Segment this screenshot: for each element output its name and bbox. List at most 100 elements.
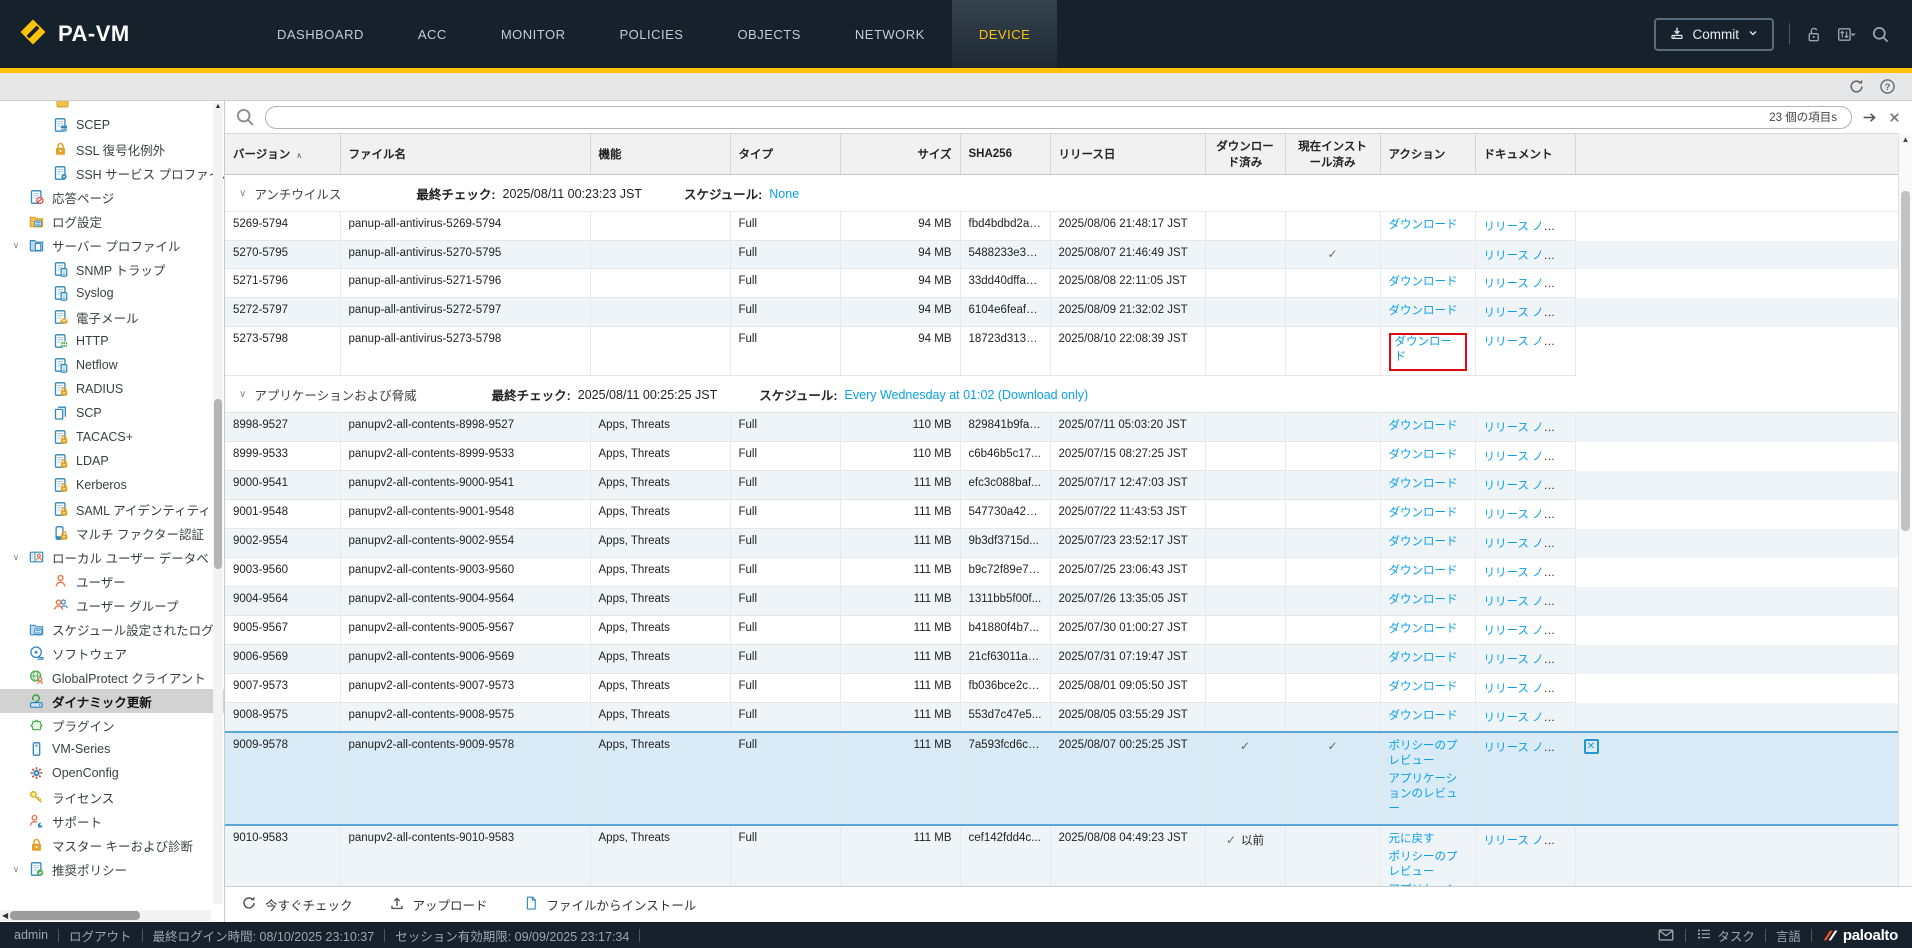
global-search-icon[interactable] — [1871, 25, 1890, 44]
sidebar-item[interactable]: ソフトウェア — [0, 641, 224, 665]
sidebar-item[interactable]: ダイナミック更新 — [0, 689, 224, 713]
tasks-button[interactable]: タスク — [1696, 926, 1755, 945]
tab-acc[interactable]: ACC — [391, 0, 474, 68]
clear-filter-icon[interactable] — [1887, 110, 1902, 125]
unlock-icon[interactable] — [1805, 26, 1822, 43]
download-link[interactable]: ダウンロード — [1389, 564, 1458, 579]
column-header[interactable]: ドキュメント — [1475, 134, 1575, 175]
section-collapse-icon[interactable]: ∨ — [239, 188, 246, 199]
tab-dashboard[interactable]: DASHBOARD — [250, 0, 391, 68]
table-row[interactable]: 8999-9533panupv2-all-contents-8999-9533A… — [225, 442, 1898, 471]
action-link[interactable]: ポリシーのプレビュー — [1389, 739, 1467, 769]
chevron-down-icon[interactable]: ∨ — [9, 240, 23, 251]
scroll-up-icon[interactable]: ▲ — [1899, 135, 1912, 144]
sidebar-item[interactable]: スケジュール設定されたログ — [0, 617, 224, 641]
release-notes-link[interactable]: リリース ノート — [1484, 307, 1567, 319]
sidebar-item[interactable]: VM-Series — [0, 737, 224, 761]
sidebar-item[interactable]: LDAP — [0, 449, 224, 473]
download-link[interactable]: ダウンロード — [1389, 535, 1458, 550]
language-button[interactable]: 言語 — [1776, 926, 1801, 945]
schedule-link[interactable]: Every Wednesday at 01:02 (Download only) — [845, 388, 1089, 402]
release-notes-link[interactable]: リリース ノート — [1484, 422, 1567, 434]
action-link[interactable]: 元に戻す — [1389, 832, 1435, 847]
tab-policies[interactable]: POLICIES — [592, 0, 710, 68]
sidebar-item[interactable]: マルチ ファクター認証 — [0, 521, 224, 545]
sidebar-item[interactable]: 応答ページ — [0, 185, 224, 209]
release-notes-link[interactable]: リリース ノート — [1484, 480, 1567, 492]
sidebar-item[interactable]: SCEP — [0, 113, 224, 137]
messages-icon[interactable] — [1657, 926, 1675, 944]
release-notes-link[interactable]: リリース ノート — [1484, 538, 1567, 550]
sidebar-item[interactable]: Kerberos — [0, 473, 224, 497]
table-row[interactable]: 9003-9560panupv2-all-contents-9003-9560A… — [225, 558, 1898, 587]
download-link[interactable]: ダウンロード — [1389, 651, 1458, 666]
release-notes-link[interactable]: リリース ノート — [1484, 451, 1567, 463]
release-notes-link[interactable]: リリース ノート — [1484, 596, 1567, 608]
table-row[interactable]: 9002-9554panupv2-all-contents-9002-9554A… — [225, 529, 1898, 558]
sidebar-horizontal-scrollbar[interactable]: ◀ — [0, 910, 211, 921]
sidebar-item[interactable]: ユーザー グループ — [0, 593, 224, 617]
download-link[interactable]: ダウンロード — [1389, 218, 1458, 233]
download-link[interactable]: ダウンロード — [1389, 506, 1458, 521]
release-notes-link[interactable]: リリース ノート — [1484, 683, 1567, 695]
column-header[interactable]: サイズ — [840, 134, 960, 175]
commit-button[interactable]: Commit — [1654, 18, 1775, 51]
release-notes-link[interactable]: リリース ノート — [1484, 250, 1567, 262]
table-row[interactable]: 5271-5796panup-all-antivirus-5271-5796Fu… — [225, 269, 1898, 298]
column-header[interactable]: ファイル名 — [340, 134, 590, 175]
sidebar-item[interactable]: Syslog — [0, 281, 224, 305]
table-row[interactable]: 5269-5794panup-all-antivirus-5269-5794Fu… — [225, 212, 1898, 241]
sidebar-vertical-scrollbar[interactable]: ▲ — [213, 103, 223, 904]
sidebar-item[interactable]: Netflow — [0, 353, 224, 377]
column-header[interactable]: バージョン∧ — [225, 134, 340, 175]
refresh-action-button[interactable]: 今すぐチェック — [241, 895, 353, 914]
download-link[interactable]: ダウンロード — [1389, 275, 1458, 290]
logout-link[interactable]: ログアウト — [69, 926, 132, 945]
column-header[interactable]: ダウンロード済み — [1205, 134, 1285, 175]
apply-filter-arrow-icon[interactable] — [1861, 109, 1878, 126]
sidebar-item[interactable]: サポート — [0, 809, 224, 833]
sidebar-item[interactable]: SCP — [0, 401, 224, 425]
release-notes-link[interactable]: リリース ノート — [1484, 625, 1567, 637]
chevron-down-icon[interactable]: ∨ — [9, 552, 23, 563]
release-notes-link[interactable]: リリース ノート — [1484, 509, 1567, 521]
action-link[interactable]: アプリケーションのレビュー — [1389, 772, 1467, 817]
tab-network[interactable]: NETWORK — [828, 0, 952, 68]
remove-downloaded-icon[interactable]: ✕ — [1584, 739, 1599, 754]
sidebar-item[interactable]: OpenConfig — [0, 761, 224, 785]
download-link[interactable]: ダウンロード — [1389, 419, 1458, 434]
download-link[interactable]: ダウンロード — [1389, 593, 1458, 608]
scroll-left-icon[interactable]: ◀ — [2, 911, 8, 920]
sidebar-item[interactable]: GlobalProtect クライアント — [0, 665, 224, 689]
sidebar-item[interactable]: プラグイン — [0, 713, 224, 737]
search-input[interactable]: 23 個の項目s — [265, 106, 1852, 129]
sidebar-item[interactable]: SAML アイデンティティ — [0, 497, 224, 521]
release-notes-link[interactable]: リリース ノート — [1484, 654, 1567, 666]
column-header[interactable]: タイプ — [730, 134, 840, 175]
table-row[interactable]: 9004-9564panupv2-all-contents-9004-9564A… — [225, 587, 1898, 616]
scrollbar-thumb[interactable] — [10, 911, 140, 920]
release-notes-link[interactable]: リリース ノート — [1484, 336, 1567, 348]
download-link[interactable]: ダウンロード — [1389, 477, 1458, 492]
sidebar-item[interactable]: SNMP トラップ — [0, 257, 224, 281]
download-link[interactable]: ダウンロード — [1389, 304, 1458, 319]
tab-objects[interactable]: OBJECTS — [710, 0, 827, 68]
sidebar-item[interactable]: マスター キーおよび診断 — [0, 833, 224, 857]
download-link[interactable]: ダウンロード — [1395, 335, 1461, 365]
download-link[interactable]: ダウンロード — [1389, 622, 1458, 637]
sidebar-item[interactable]: ライセンス — [0, 785, 224, 809]
chevron-down-icon[interactable]: ∨ — [9, 864, 23, 875]
schedule-link[interactable]: None — [769, 187, 799, 201]
scrollbar-thumb[interactable] — [214, 399, 222, 569]
column-header[interactable]: SHA256 — [960, 134, 1050, 175]
refresh-icon[interactable] — [1848, 78, 1865, 95]
sidebar-item[interactable]: ∨ローカル ユーザー データベ — [0, 545, 224, 569]
download-link[interactable]: ダウンロード — [1389, 680, 1458, 695]
release-notes-link[interactable]: リリース ノート — [1484, 278, 1567, 290]
column-header[interactable]: アクション — [1380, 134, 1475, 175]
sidebar-item[interactable]: ∨推奨ポリシー — [0, 857, 224, 881]
scrollbar-thumb[interactable] — [1901, 191, 1910, 531]
action-link[interactable]: ポリシーのプレビュー — [1389, 850, 1467, 880]
table-row[interactable]: 9010-9583panupv2-all-contents-9010-9583A… — [225, 825, 1898, 886]
release-notes-link[interactable]: リリース ノート — [1484, 742, 1567, 754]
